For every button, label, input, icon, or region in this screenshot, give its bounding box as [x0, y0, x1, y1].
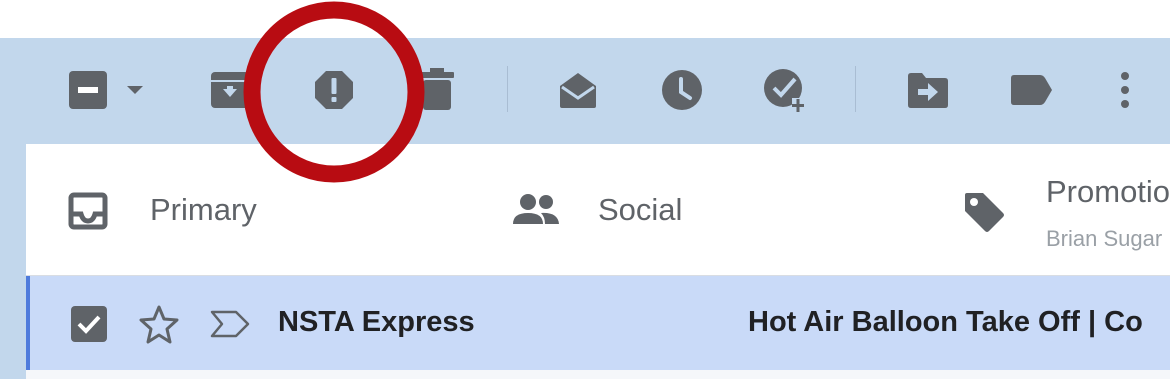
select-dropdown-button[interactable]	[120, 80, 150, 100]
importance-outline-icon	[210, 310, 250, 338]
inbox-icon	[68, 192, 108, 230]
caret-down-icon	[127, 86, 143, 94]
trash-icon	[420, 68, 454, 110]
people-icon	[513, 194, 559, 224]
toolbar-divider	[507, 66, 508, 112]
more-vert-icon	[1121, 72, 1129, 108]
category-tabs: Primary Social Promotions Brian Sugar	[26, 144, 1170, 276]
tab-label: Promotions	[1046, 174, 1170, 209]
next-row	[26, 370, 1170, 379]
report-spam-button[interactable]	[312, 68, 356, 112]
clock-icon	[662, 70, 702, 110]
row-checkbox[interactable]	[70, 305, 108, 343]
checked-checkbox-icon	[71, 306, 107, 342]
add-task-icon	[764, 69, 804, 112]
indeterminate-checkbox-icon	[69, 71, 107, 109]
mark-as-read-button[interactable]	[556, 68, 600, 112]
open-envelope-icon	[560, 73, 596, 108]
add-to-tasks-button[interactable]	[762, 66, 812, 116]
email-subject: Hot Air Balloon Take Off | Co	[748, 306, 1143, 338]
toolbar-divider	[855, 66, 856, 112]
star-button[interactable]	[138, 304, 180, 344]
more-options-button[interactable]	[1110, 68, 1140, 112]
star-outline-icon	[139, 305, 179, 344]
move-to-folder-icon	[908, 73, 948, 108]
tab-preview-sender: Brian Sugar	[1046, 226, 1163, 251]
snooze-button[interactable]	[660, 68, 704, 112]
tab-social[interactable]: Social	[506, 144, 956, 275]
labels-button[interactable]	[1008, 72, 1054, 108]
tab-label: Social	[598, 192, 683, 227]
move-to-button[interactable]	[906, 70, 950, 110]
archive-button[interactable]	[208, 68, 252, 112]
report-spam-icon	[315, 71, 353, 109]
importance-marker[interactable]	[208, 308, 252, 340]
page-top-margin	[0, 0, 1170, 38]
tab-label: Primary	[150, 192, 257, 227]
delete-button[interactable]	[416, 66, 458, 112]
tag-icon	[965, 193, 1004, 232]
tab-primary[interactable]: Primary	[26, 144, 506, 275]
select-all-checkbox[interactable]	[68, 70, 108, 110]
label-icon	[1011, 75, 1052, 105]
email-sender: NSTA Express	[278, 306, 475, 338]
archive-icon	[211, 72, 249, 108]
tab-promotions[interactable]: Promotions Brian Sugar	[956, 144, 1170, 275]
